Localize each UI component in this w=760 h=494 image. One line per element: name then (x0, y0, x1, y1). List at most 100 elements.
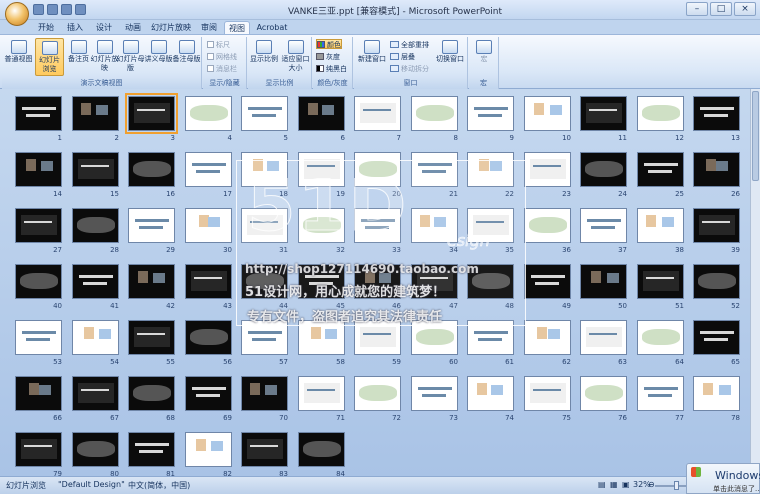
macros-button[interactable]: 宏 (470, 38, 498, 76)
slide-thumbnail[interactable] (637, 264, 684, 299)
slide-thumbnail[interactable] (580, 264, 627, 299)
slide-thumbnail[interactable] (354, 264, 401, 299)
pure-black-white-button[interactable]: 纯黑白 (316, 64, 347, 74)
tab-design[interactable]: 设计 (91, 21, 117, 34)
tab-home[interactable]: 开始 (33, 21, 59, 34)
tab-acrobat[interactable]: Acrobat (254, 21, 290, 34)
slide-thumbnail[interactable] (637, 320, 684, 355)
slide-thumbnail[interactable] (15, 376, 62, 411)
slide-thumbnail[interactable] (354, 152, 401, 187)
arrange-all-button[interactable]: 全部重排 (390, 40, 429, 50)
slide-sorter-pane[interactable]: 1 2 3 4 5 6 7 8 9 10 11 12 13 14 15 16 17 18 19 20 21 22 23 24 2… (0, 89, 760, 478)
slide-thumbnail[interactable] (72, 152, 119, 187)
tab-review[interactable]: 审阅 (196, 21, 222, 34)
message-bar-checkbox[interactable]: 消息栏 (207, 64, 237, 74)
slide-thumbnail[interactable] (72, 376, 119, 411)
handout-master-button[interactable]: 讲义母版 (144, 38, 173, 76)
slide-thumbnail[interactable] (580, 152, 627, 187)
slide-thumbnail[interactable] (637, 208, 684, 243)
slide-thumbnail[interactable] (693, 320, 740, 355)
notes-page-button[interactable]: 备注页 (64, 38, 93, 76)
slide-thumbnail[interactable] (298, 208, 345, 243)
switch-window-button[interactable]: 切换窗口 (434, 38, 466, 76)
cascade-button[interactable]: 层叠 (390, 52, 415, 62)
slide-thumbnail[interactable] (298, 96, 345, 131)
slide-thumbnail[interactable] (693, 96, 740, 131)
view-sorter-icon[interactable]: ▦ (610, 480, 618, 489)
slide-thumbnail[interactable] (241, 208, 288, 243)
slide-thumbnail[interactable] (580, 96, 627, 131)
slide-thumbnail[interactable] (524, 376, 571, 411)
slide-thumbnail[interactable] (524, 152, 571, 187)
slide-thumbnail[interactable] (241, 320, 288, 355)
vertical-scrollbar[interactable] (750, 89, 760, 476)
slide-thumbnail[interactable] (637, 96, 684, 131)
slideshow-button[interactable]: 幻灯片放映 (90, 38, 119, 76)
notes-master-button[interactable]: 备注母版 (172, 38, 201, 76)
slide-thumbnail[interactable] (411, 152, 458, 187)
slide-thumbnail[interactable] (185, 208, 232, 243)
slide-thumbnail[interactable] (298, 376, 345, 411)
move-split-button[interactable]: 移动拆分 (390, 64, 429, 74)
slide-thumbnail[interactable] (411, 320, 458, 355)
slide-master-button[interactable]: 幻灯片母版 (116, 38, 145, 76)
slide-thumbnail[interactable] (354, 320, 401, 355)
slide-thumbnail[interactable] (580, 376, 627, 411)
slide-thumbnail[interactable] (241, 376, 288, 411)
slide-thumbnail[interactable] (354, 96, 401, 131)
gridlines-checkbox[interactable]: 网格线 (207, 52, 237, 62)
slide-thumbnail[interactable] (411, 376, 458, 411)
view-slideshow-icon[interactable]: ▣ (622, 480, 630, 489)
tab-view[interactable]: 视图 (224, 21, 250, 34)
slide-thumbnail[interactable] (72, 96, 119, 131)
slide-thumbnail[interactable] (524, 208, 571, 243)
slide-thumbnail[interactable] (15, 432, 62, 467)
slide-thumbnail[interactable] (693, 152, 740, 187)
slide-thumbnail[interactable] (298, 320, 345, 355)
maximize-button[interactable]: □ (710, 2, 732, 16)
slide-thumbnail[interactable] (467, 376, 514, 411)
color-button[interactable]: 颜色 (316, 39, 342, 49)
slide-thumbnail[interactable] (354, 208, 401, 243)
slide-thumbnail[interactable] (128, 320, 175, 355)
slide-thumbnail[interactable] (185, 376, 232, 411)
slide-thumbnail[interactable] (15, 320, 62, 355)
minimize-button[interactable]: – (686, 2, 708, 16)
ruler-checkbox[interactable]: 标尺 (207, 40, 230, 50)
slide-thumbnail[interactable] (15, 152, 62, 187)
slide-thumbnail[interactable] (15, 208, 62, 243)
close-button[interactable]: × (734, 2, 756, 16)
slide-thumbnail[interactable] (185, 96, 232, 131)
windows-notification[interactable]: Windows 单击此消息了... (686, 463, 760, 494)
zoom-button[interactable]: 显示比例 (249, 38, 279, 76)
slide-thumbnail[interactable] (524, 264, 571, 299)
new-window-button[interactable]: 新建窗口 (356, 38, 388, 76)
slide-thumbnail[interactable] (637, 376, 684, 411)
slide-thumbnail[interactable] (72, 208, 119, 243)
tab-insert[interactable]: 插入 (62, 21, 88, 34)
zoom-out-icon[interactable]: ⊖ (648, 480, 655, 489)
slide-thumbnail[interactable] (15, 96, 62, 131)
grayscale-button[interactable]: 灰度 (316, 52, 340, 62)
slide-thumbnail[interactable] (185, 320, 232, 355)
slide-thumbnail[interactable] (125, 93, 178, 134)
slide-thumbnail[interactable] (128, 152, 175, 187)
slide-thumbnail[interactable] (580, 208, 627, 243)
slide-thumbnail[interactable] (298, 432, 345, 467)
slide-thumbnail[interactable] (580, 320, 627, 355)
slide-thumbnail[interactable] (693, 376, 740, 411)
slide-thumbnail[interactable] (241, 432, 288, 467)
slide-thumbnail[interactable] (693, 208, 740, 243)
slide-thumbnail[interactable] (128, 264, 175, 299)
redo-icon[interactable] (61, 4, 72, 15)
slide-thumbnail[interactable] (15, 264, 62, 299)
save-icon[interactable] (33, 4, 44, 15)
slide-thumbnail[interactable] (467, 320, 514, 355)
normal-view-button[interactable]: 普通视图 (4, 38, 33, 76)
slide-thumbnail[interactable] (467, 264, 514, 299)
slide-thumbnail[interactable] (72, 264, 119, 299)
slide-thumbnail[interactable] (354, 376, 401, 411)
slide-thumbnail[interactable] (524, 320, 571, 355)
slide-thumbnail[interactable] (72, 320, 119, 355)
slide-thumbnail[interactable] (524, 96, 571, 131)
